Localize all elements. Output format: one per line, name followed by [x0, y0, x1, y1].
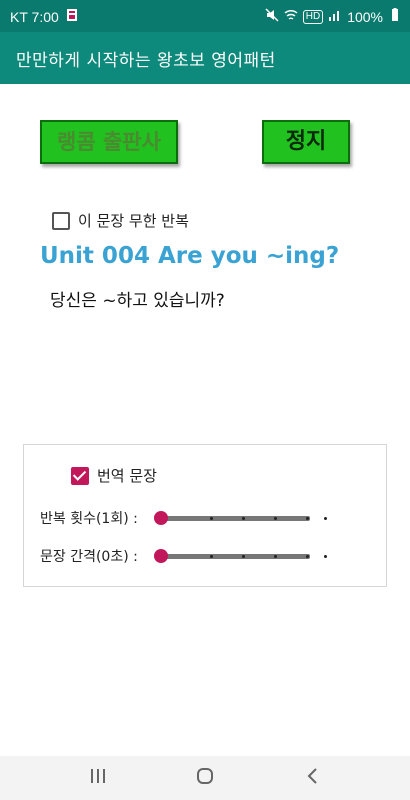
- hd-badge: HD: [302, 9, 324, 24]
- app-bar: 만만하게 시작하는 왕초보 영어패턴: [0, 32, 410, 84]
- interval-slider-label: 문장 간격(0초) :: [40, 549, 138, 565]
- translation-checkbox-row[interactable]: 번역 문장: [71, 465, 157, 486]
- repeat-slider-thumb[interactable]: [154, 511, 168, 525]
- interval-slider-tick: [274, 555, 277, 558]
- translation-sentence: 당신은 ~하고 있습니까?: [50, 291, 225, 311]
- repeat-slider-label: 반복 횟수(1회) :: [40, 511, 138, 527]
- repeat-slider-row: 반복 횟수(1회) :: [40, 508, 380, 528]
- mute-icon: [265, 8, 279, 25]
- status-right: HD 100%: [265, 8, 402, 25]
- battery-text: 100%: [347, 8, 383, 25]
- carrier-time: KT 7:00: [10, 8, 59, 25]
- wifi-icon: [284, 8, 298, 25]
- control-panel: 번역 문장 반복 횟수(1회) : 문장 간격(0초) :: [23, 444, 387, 587]
- interval-slider-tick: [242, 555, 245, 558]
- repeat-slider-tick: [306, 517, 309, 520]
- status-bar: KT 7:00 HD 100%: [0, 0, 410, 32]
- publisher-button[interactable]: 랭콤 출판사: [40, 120, 178, 164]
- battery-icon: [388, 8, 402, 25]
- repeat-checkbox-label: 이 문장 무한 반복: [78, 212, 189, 230]
- repeat-checkbox-row[interactable]: 이 문장 무한 반복: [52, 210, 189, 231]
- repeat-slider-tick: [242, 517, 245, 520]
- interval-slider-tick: [324, 555, 327, 558]
- interval-slider-tick: [210, 555, 213, 558]
- stop-button[interactable]: 정지: [262, 120, 350, 164]
- translation-checkbox[interactable]: [71, 466, 89, 485]
- app-title: 만만하게 시작하는 왕초보 영어패턴: [16, 51, 276, 71]
- unit-title: Unit 004 Are you ~ing?: [40, 243, 340, 269]
- notification-icon: [65, 8, 79, 25]
- interval-slider-row: 문장 간격(0초) :: [40, 546, 380, 566]
- interval-slider-thumb[interactable]: [154, 549, 168, 563]
- signal-icon: [328, 8, 342, 25]
- status-left: KT 7:00: [10, 8, 79, 25]
- repeat-checkbox[interactable]: [52, 211, 70, 230]
- interval-slider-tick: [306, 555, 309, 558]
- repeat-slider-tick: [210, 517, 213, 520]
- navigation-bar: [0, 756, 410, 800]
- repeat-slider-track[interactable]: [160, 516, 310, 521]
- home-icon[interactable]: [196, 766, 214, 791]
- back-icon[interactable]: [306, 766, 320, 791]
- repeat-slider-tick: [324, 517, 327, 520]
- recent-apps-icon[interactable]: [90, 766, 106, 791]
- repeat-slider-tick: [274, 517, 277, 520]
- translation-checkbox-label: 번역 문장: [97, 467, 157, 485]
- interval-slider-track[interactable]: [160, 554, 310, 559]
